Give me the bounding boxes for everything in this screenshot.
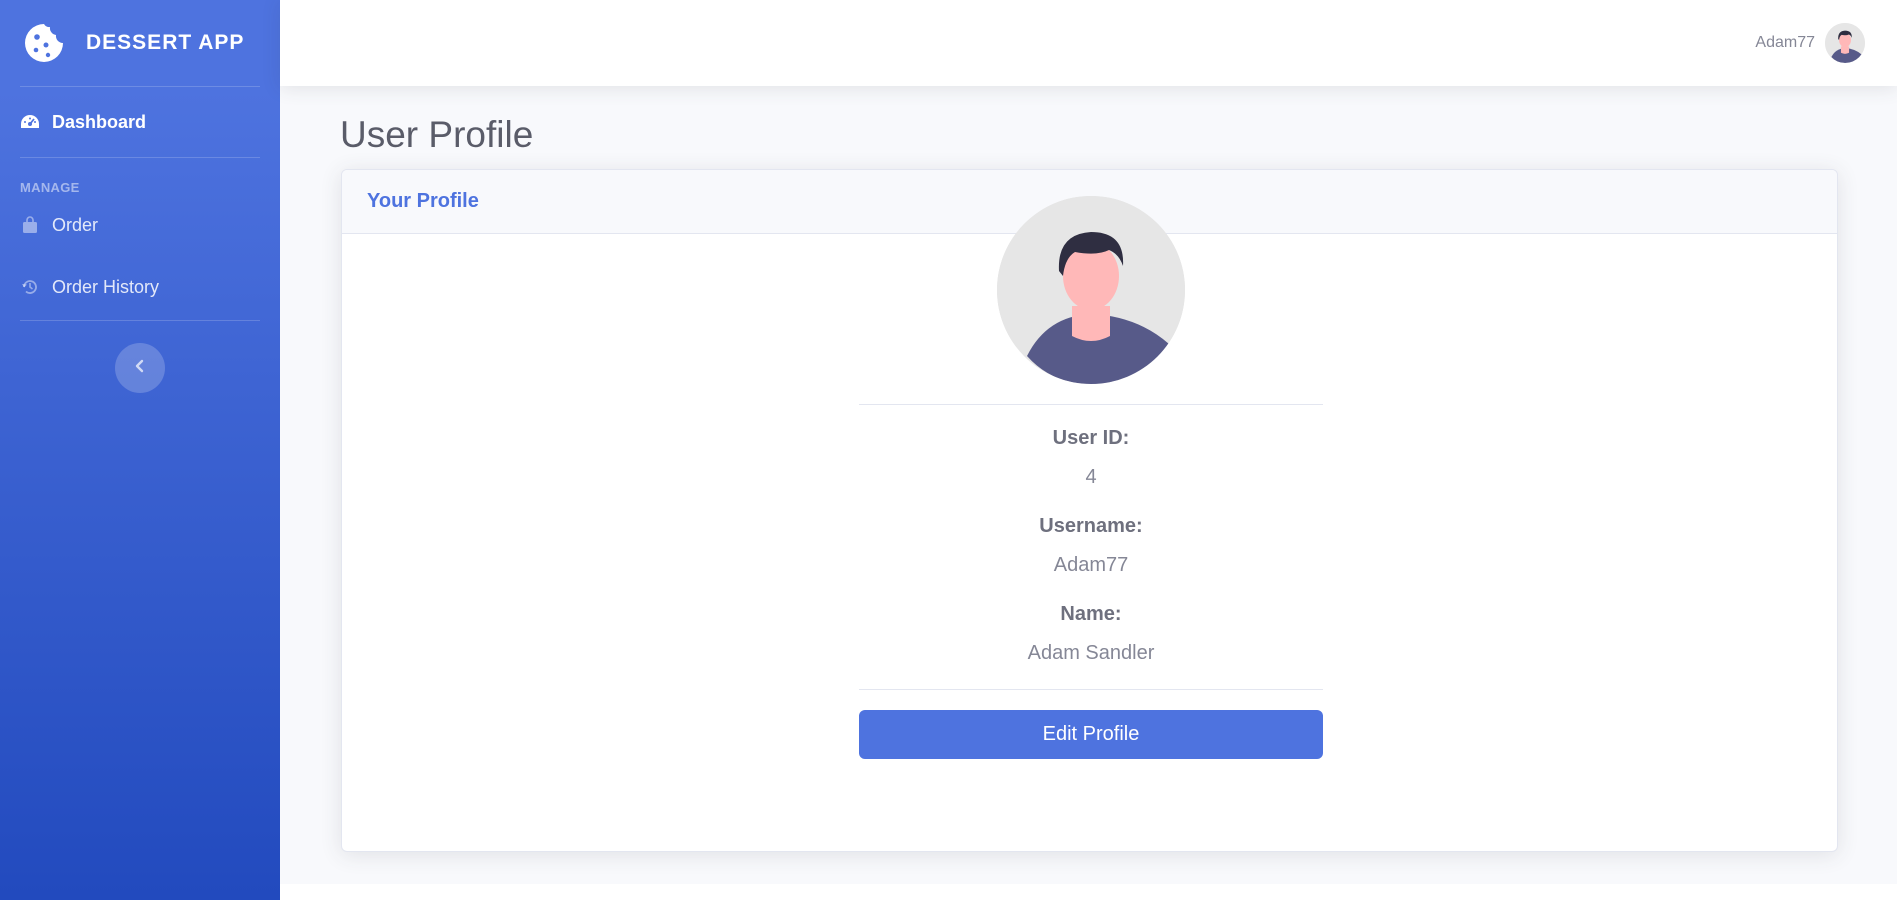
sidebar: DESSERT APP Dashboard MANAGE Order Order…	[0, 0, 280, 900]
user-id-label: User ID:	[1052, 427, 1130, 449]
user-id-value: 4	[1085, 466, 1097, 488]
sidebar-item-order-history[interactable]: Order History	[0, 252, 280, 322]
topbar: Adam77	[280, 0, 1897, 86]
sidebar-toggle-button[interactable]	[115, 343, 165, 393]
footer	[280, 884, 1897, 900]
topbar-username[interactable]: Adam77	[1755, 34, 1815, 52]
tachometer-icon	[20, 112, 40, 132]
username-label: Username:	[1039, 515, 1143, 537]
username-value: Adam77	[1053, 554, 1129, 576]
name-value: Adam Sandler	[1027, 642, 1155, 664]
chevron-left-icon	[134, 359, 146, 378]
cookie-icon	[22, 21, 66, 65]
page-title: User Profile	[340, 114, 534, 155]
sidebar-item-label: Order	[52, 214, 99, 235]
name-label: Name:	[1060, 603, 1122, 625]
brand-title: DESSERT APP	[86, 31, 245, 54]
sidebar-item-label: Order History	[52, 276, 160, 297]
card-header-title: Your Profile	[367, 190, 479, 212]
user-avatar[interactable]	[1825, 23, 1865, 63]
profile-card: Your Profile User ID: 4 Username: Adam77…	[341, 169, 1838, 852]
shopping-bag-icon	[20, 215, 40, 235]
sidebar-item-order[interactable]: Order	[0, 198, 280, 252]
profile-divider	[859, 689, 1323, 690]
history-icon	[20, 277, 40, 297]
sidebar-item-dashboard[interactable]: Dashboard	[0, 87, 280, 157]
sidebar-heading-manage: MANAGE	[20, 180, 80, 195]
profile-details: User ID: 4 Username: Adam77 Name: Adam S…	[859, 170, 1323, 759]
sidebar-brand[interactable]: DESSERT APP	[0, 0, 280, 86]
sidebar-item-label: Dashboard	[52, 111, 147, 132]
profile-avatar	[997, 196, 1185, 384]
profile-divider	[859, 404, 1323, 405]
edit-profile-button[interactable]: Edit Profile	[859, 710, 1323, 759]
